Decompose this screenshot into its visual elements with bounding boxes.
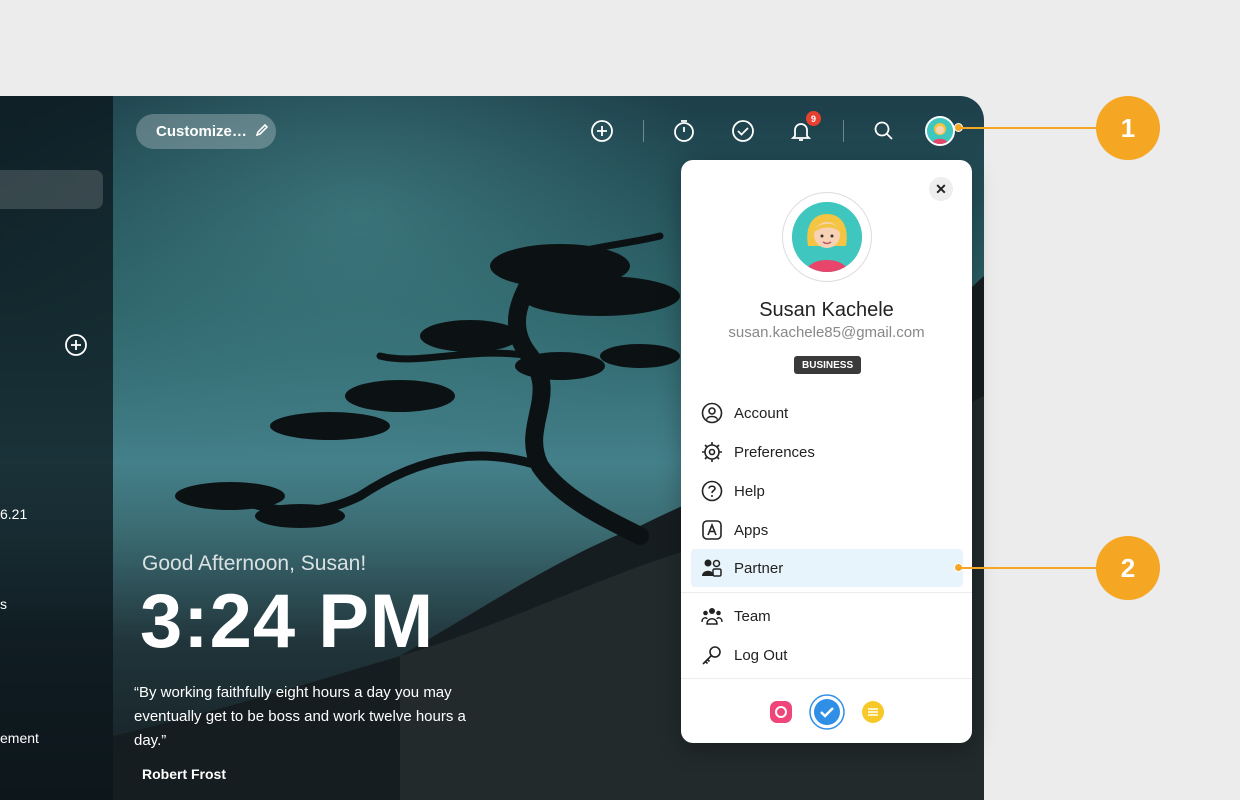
callout-number: 1 <box>1096 96 1160 160</box>
callout-line <box>960 127 1100 129</box>
notification-badge: 9 <box>806 111 821 126</box>
menu-item-label: Team <box>734 607 771 625</box>
check-circle-icon[interactable] <box>730 118 756 144</box>
avatar[interactable] <box>925 116 955 146</box>
user-name: Susan Kachele <box>759 299 894 321</box>
menu-item-label: Partner <box>734 559 784 577</box>
menu-item-partner[interactable]: Partner <box>691 549 963 587</box>
help-icon <box>700 479 724 503</box>
menu-item-label: Help <box>734 482 765 500</box>
account-icon <box>700 401 724 425</box>
partner-icon <box>700 556 724 580</box>
menu-item-team[interactable]: Team <box>691 597 963 635</box>
divider <box>643 120 644 142</box>
todo-app-icon[interactable] <box>808 694 845 735</box>
menu-item-account[interactable]: Account <box>691 394 963 432</box>
search-icon[interactable] <box>871 118 897 144</box>
close-button[interactable]: ✕ <box>929 177 953 201</box>
clock-time: 3:24 PM <box>140 579 435 664</box>
apps-icon <box>700 518 724 542</box>
add-icon[interactable] <box>589 118 615 144</box>
notes-app-icon[interactable] <box>861 700 885 729</box>
menu-item-label: Preferences <box>734 443 815 461</box>
sidebar-text-fragment: 6.21 <box>0 506 28 522</box>
focus-app-icon[interactable] <box>769 700 793 729</box>
close-icon: ✕ <box>935 180 947 197</box>
divider <box>843 120 844 142</box>
timer-icon[interactable] <box>671 118 697 144</box>
menu-item-label: Account <box>734 404 789 422</box>
callout-number: 2 <box>1096 536 1160 600</box>
app-switcher <box>681 694 972 735</box>
menu-item-label: Apps <box>734 521 769 539</box>
menu-item-help[interactable]: Help <box>691 472 963 510</box>
menu-item-apps[interactable]: Apps <box>691 511 963 549</box>
quote-author: Robert Frost <box>142 766 226 782</box>
add-icon[interactable] <box>64 333 88 357</box>
menu-item-preferences[interactable]: Preferences <box>691 433 963 471</box>
pencil-icon <box>255 123 269 141</box>
quote-text: “By working faithfully eight hours a day… <box>134 684 466 749</box>
divider <box>681 592 972 593</box>
callout-line <box>960 567 1100 569</box>
customize-button[interactable]: Customize… <box>136 114 276 149</box>
customize-label: Customize… <box>156 123 247 140</box>
menu-item-logout[interactable]: Log Out <box>691 636 963 674</box>
user-email: susan.kachele85@gmail.com <box>728 324 925 341</box>
key-icon <box>700 643 724 667</box>
sidebar-text-fragment: s <box>0 596 7 612</box>
team-icon <box>700 604 724 628</box>
sidebar: 6.21 s ement <box>0 96 113 800</box>
plan-badge: BUSINESS <box>794 356 862 374</box>
profile-avatar <box>782 192 872 282</box>
greeting-text: Good Afternoon, Susan! <box>142 552 367 575</box>
divider <box>681 678 972 679</box>
menu-item-label: Log Out <box>734 646 788 664</box>
sidebar-selected-item[interactable] <box>0 170 103 209</box>
profile-menu: ✕ Susan Kachele susan.kachele85@gmail.co… <box>681 160 972 743</box>
sidebar-text-fragment: ement <box>0 730 39 746</box>
gear-icon <box>700 440 724 464</box>
